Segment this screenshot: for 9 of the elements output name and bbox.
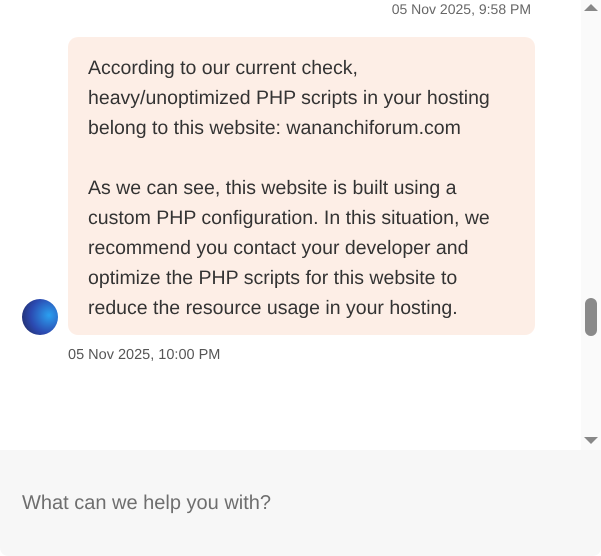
message-input-field[interactable]: What can we help you with? bbox=[0, 450, 601, 556]
message-text: According to our current check, heavy/unoptimized PHP scripts in your hosting belong to this website: wananchiforum.com bbox=[88, 56, 491, 141]
scroll-up-icon[interactable] bbox=[584, 4, 598, 11]
message-timestamp: 05 Nov 2025, 10:00 PM bbox=[68, 347, 222, 363]
avatar bbox=[22, 299, 58, 335]
message-text: As we can see, this website is built using a custom PHP configuration. In this situation, we recommend you contact your developer and optimize the PHP scripts for this website to reduce the resource usage in your hosting. bbox=[88, 176, 491, 321]
scroll-thumb[interactable] bbox=[585, 298, 597, 336]
message-timestamp: 05 Nov 2025, 9:58 PM bbox=[392, 1, 531, 17]
scrollbar[interactable] bbox=[581, 0, 601, 450]
